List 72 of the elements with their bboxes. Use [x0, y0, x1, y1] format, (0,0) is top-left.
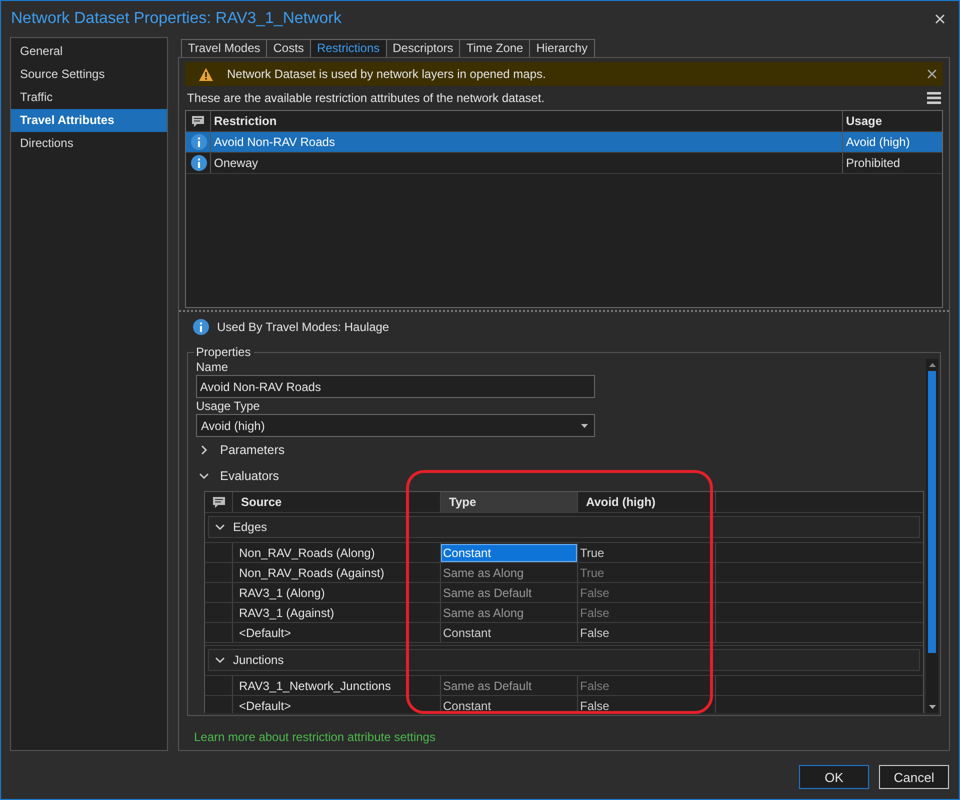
caret-icon — [581, 424, 588, 428]
table-cell: Non_RAV_Roads (Against) — [233, 563, 441, 582]
chevron-down-icon — [199, 471, 209, 481]
type-cell[interactable]: Constant — [442, 544, 576, 560]
column-header[interactable]: Usage — [843, 111, 942, 131]
group-header[interactable]: Edges — [208, 516, 920, 538]
chevron-down-icon — [215, 655, 225, 665]
sidebar-item[interactable]: Traffic — [11, 86, 167, 109]
warning-icon — [199, 68, 213, 80]
column-header[interactable]: Avoid (high) — [578, 492, 716, 512]
column-header[interactable]: Restriction — [211, 111, 843, 131]
table-row[interactable]: Oneway Prohibited — [186, 153, 942, 174]
type-cell[interactable]: Constant — [442, 624, 576, 640]
table-cell: Avoid Non-RAV Roads — [211, 132, 843, 152]
chevron-right-icon — [199, 445, 209, 455]
close-icon — [927, 69, 937, 79]
table-cell: <Default> — [233, 623, 441, 642]
sidebar-item[interactable]: Source Settings — [11, 63, 167, 86]
table-cell-text: False — [579, 678, 610, 694]
table-cell-text: False — [579, 604, 610, 620]
tab[interactable]: Restrictions — [310, 39, 387, 57]
field-label: Name — [196, 359, 230, 375]
table-cell: RAV3_1 (Against) — [233, 603, 441, 622]
column-header[interactable]: Type — [441, 492, 578, 512]
sidebar-item[interactable]: Directions — [11, 132, 167, 155]
info-icon — [191, 155, 207, 171]
help-link[interactable]: Learn more about restriction attribute settings — [194, 730, 949, 744]
name-field[interactable]: Avoid Non-RAV Roads — [196, 375, 595, 398]
table-cell: RAV3_1 (Along) — [233, 583, 441, 602]
chevron-down-icon — [215, 522, 225, 532]
description-text: These are the available restriction attributes of the network dataset. — [187, 91, 545, 105]
comment-icon — [191, 115, 205, 127]
used-by-text: Used By Travel Modes: Haulage — [217, 320, 390, 334]
type-cell[interactable]: Same as Default — [442, 584, 576, 600]
table-cell-text: Avoid (high) — [845, 134, 911, 151]
scrollbar[interactable] — [926, 359, 938, 713]
up-arrow-icon — [928, 363, 936, 367]
section-toggle[interactable]: Parameters — [196, 437, 924, 463]
table-cell: <Default> — [233, 696, 441, 713]
dialog-button[interactable]: OK — [799, 765, 869, 789]
info-icon — [193, 319, 209, 335]
table-cell-text: True — [579, 544, 606, 560]
sidebar-item[interactable]: General — [11, 40, 167, 63]
type-cell[interactable]: Constant — [442, 698, 576, 713]
table-cell-text: Prohibited — [845, 155, 902, 172]
group-title: Properties — [194, 345, 254, 359]
type-cell[interactable]: Same as Along — [442, 564, 576, 580]
tab[interactable]: Hierarchy — [529, 39, 595, 57]
group-header[interactable]: Junctions — [208, 649, 920, 671]
table-cell-text: False — [579, 584, 610, 600]
type-cell[interactable]: Same as Along — [442, 604, 576, 620]
down-arrow-icon — [928, 705, 936, 709]
type-cell[interactable]: Same as Default — [442, 678, 576, 694]
usage-type-dropdown[interactable]: Avoid (high) — [196, 414, 595, 437]
table-cell-text: False — [579, 698, 610, 713]
table-cell: Oneway — [211, 153, 843, 173]
info-icon — [191, 134, 207, 150]
dialog-button[interactable]: Cancel — [879, 765, 949, 789]
menu-icon — [927, 92, 941, 104]
comment-icon — [212, 496, 226, 508]
window-title: Network Dataset Properties: RAV3_1_Network — [11, 10, 342, 28]
table-cell: RAV3_1_Network_Junctions — [233, 676, 441, 695]
tab[interactable]: Travel Modes — [181, 39, 268, 57]
section-toggle[interactable]: Evaluators — [196, 463, 924, 489]
sidebar-item[interactable]: Travel Attributes — [11, 109, 167, 132]
warning-text: Network Dataset is used by network layers in opened maps. — [227, 67, 546, 81]
field-label: Usage Type — [196, 398, 261, 414]
tab[interactable]: Descriptors — [386, 39, 460, 57]
table-row[interactable]: Avoid Non-RAV Roads Avoid (high) — [186, 132, 942, 153]
table-cell-text: False — [579, 624, 610, 640]
table-cell-text: True — [579, 564, 606, 580]
close-icon — [935, 14, 945, 24]
